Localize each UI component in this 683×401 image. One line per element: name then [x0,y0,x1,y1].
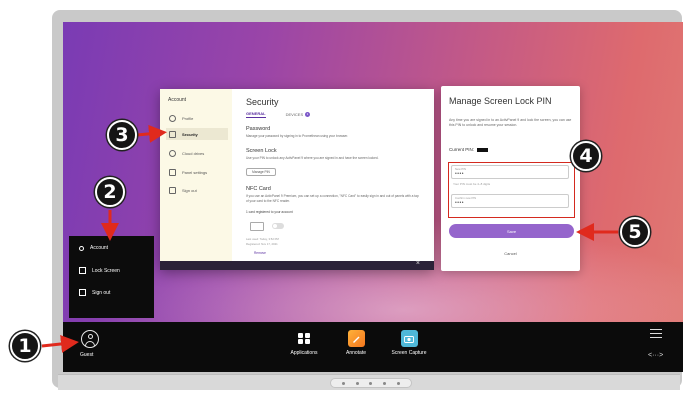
arrow-3 [136,124,167,143]
callout-4: 4 [571,141,601,171]
callout-1: 1 [10,331,40,361]
tutorial-screenshot: Account Profile Security Cloud drives Pa… [0,0,683,401]
callout-5: 5 [620,217,650,247]
callout-2: 2 [95,177,125,207]
arrow-1 [41,335,79,353]
callout-3: 3 [107,120,137,150]
